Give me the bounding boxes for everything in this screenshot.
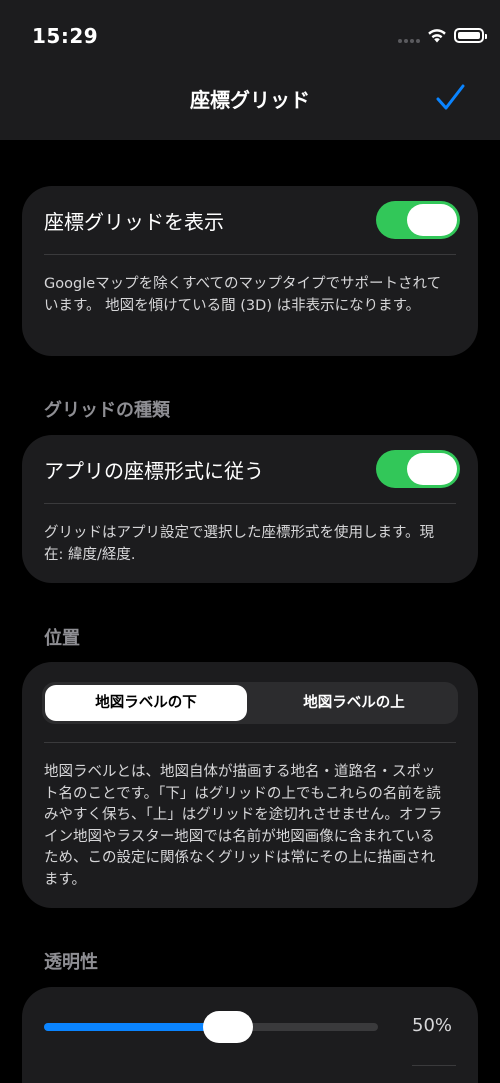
opacity-card: 50% (22, 987, 478, 1083)
wifi-icon (428, 29, 446, 43)
opacity-slider-thumb[interactable] (203, 1011, 253, 1043)
opacity-slider[interactable] (44, 1011, 378, 1043)
battery-icon (454, 28, 487, 43)
status-bar: 15:29 (0, 0, 500, 70)
grid-type-description: グリッドはアプリ設定で選択した座標形式を使用します。現在: 緯度/経度. (44, 525, 435, 563)
segment-below-labels[interactable]: 地図ラベルの下 (45, 685, 247, 721)
segment-above-labels[interactable]: 地図ラベルの上 (253, 685, 455, 721)
page-title: 座標グリッド (190, 88, 310, 112)
show-grid-card: 座標グリッドを表示 Googleマップを除くすべてのマップタイプでサポートされて… (22, 186, 478, 356)
follow-app-format-toggle[interactable] (376, 450, 460, 488)
opacity-value: 50% (412, 1015, 453, 1036)
opacity-section-header: 透明性 (44, 952, 98, 973)
divider (44, 503, 456, 504)
follow-app-format-label: アプリの座標形式に従う (44, 459, 264, 483)
navigation-bar: 座標グリッド (0, 70, 500, 140)
divider (44, 742, 456, 743)
divider (44, 254, 456, 255)
show-grid-toggle[interactable] (376, 201, 460, 239)
follow-app-format-row: アプリの座標形式に従う (22, 435, 478, 503)
cellular-signal-icon (398, 38, 420, 44)
divider (412, 1065, 456, 1066)
position-section-header: 位置 (44, 628, 80, 649)
position-description: 地図ラベルとは、地図自体が描画する地名・道路名・スポット名のことです。「下」はグ… (44, 764, 443, 888)
position-card: 地図ラベルの下 地図ラベルの上 地図ラベルとは、地図自体が描画する地名・道路名・… (22, 662, 478, 908)
show-grid-row: 座標グリッドを表示 (22, 186, 478, 254)
grid-type-section-header: グリッドの種類 (44, 400, 170, 421)
show-grid-description: Googleマップを除くすべてのマップタイプでサポートされています。 地図を傾け… (44, 276, 442, 314)
checkmark-done-button[interactable] (430, 78, 470, 118)
label-position-segmented-control: 地図ラベルの下 地図ラベルの上 (42, 682, 458, 724)
status-time: 15:29 (32, 24, 99, 48)
opacity-slider-fill (44, 1023, 228, 1031)
grid-type-card: アプリの座標形式に従う グリッドはアプリ設定で選択した座標形式を使用します。現在… (22, 435, 478, 583)
show-grid-label: 座標グリッドを表示 (44, 210, 224, 234)
grid-settings-screen: 15:29 座標グリッド 座標グリッドを表示 Googleマップを除くすべてのマ… (0, 0, 500, 1083)
